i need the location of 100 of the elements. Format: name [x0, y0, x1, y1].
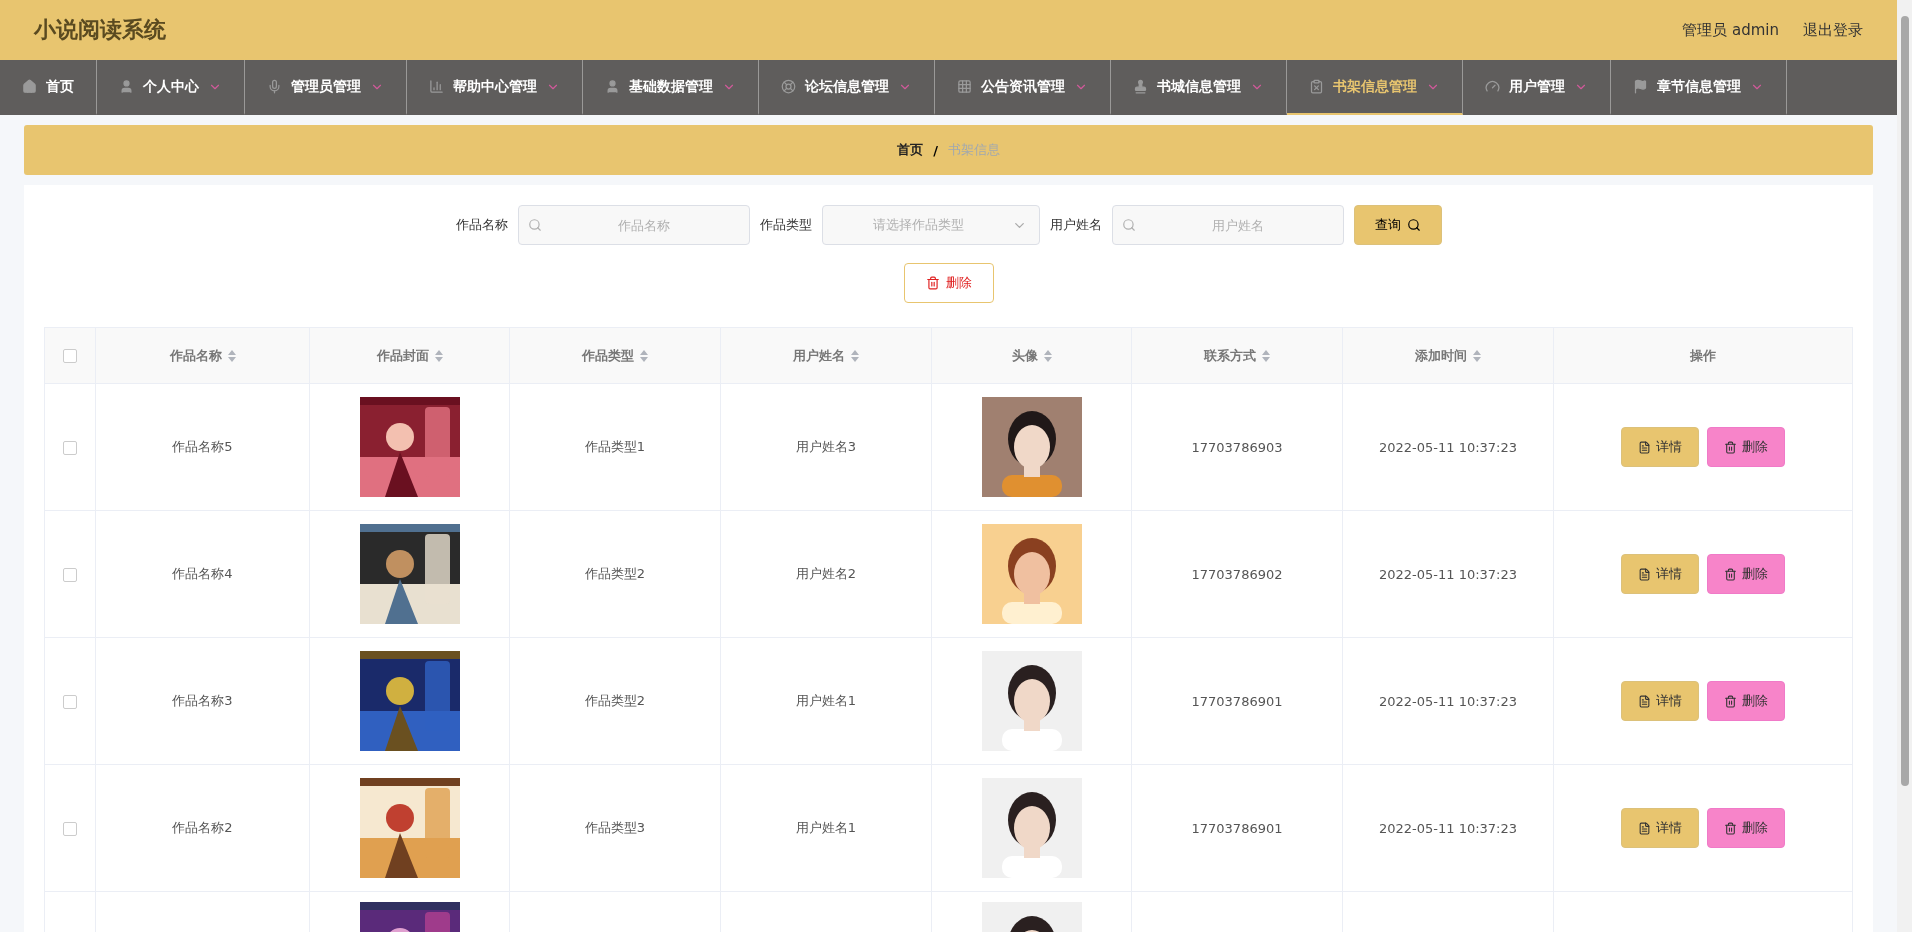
nav-menu-item[interactable]: 书城信息管理: [1111, 60, 1287, 115]
nav-label: 书城信息管理: [1157, 77, 1241, 96]
nav-label: 公告资讯管理: [981, 77, 1065, 96]
nav-label: 论坛信息管理: [805, 77, 889, 96]
app-title: 小说阅读系统: [34, 16, 167, 44]
sort-icon[interactable]: [1473, 349, 1481, 362]
trash-icon: [925, 276, 940, 290]
lifebuoy-icon: [781, 79, 796, 94]
person-icon: [605, 79, 620, 94]
nav-label: 用户管理: [1509, 77, 1565, 96]
stamp-icon: [1133, 79, 1148, 94]
nav-label: 书架信息管理: [1333, 77, 1417, 96]
column-header[interactable]: 作品类型: [582, 346, 634, 365]
nav-label: 首页: [46, 77, 74, 96]
table-cell: 2022-05-11 10:37:23: [1378, 693, 1518, 709]
microphone-icon: [267, 79, 282, 94]
trash-icon: [1724, 821, 1737, 835]
sort-icon[interactable]: [1262, 349, 1270, 362]
table-cell: 作品名称2: [172, 820, 233, 835]
breadcrumb-current: 书架信息: [947, 141, 1000, 159]
column-header[interactable]: 作品封面: [376, 346, 429, 365]
table-cell: 作品类型2: [584, 566, 646, 581]
row-checkbox[interactable]: [63, 694, 77, 709]
row-checkbox[interactable]: [63, 440, 77, 455]
nav-label: 基础数据管理: [629, 77, 713, 96]
delete-button[interactable]: 删除: [903, 263, 994, 303]
sort-icon[interactable]: [1043, 349, 1052, 362]
nav-label: 帮助中心管理: [453, 77, 537, 96]
row-checkbox[interactable]: [63, 567, 77, 582]
column-header: 操作: [1690, 346, 1716, 365]
sort-icon[interactable]: [434, 349, 443, 362]
nav-menu-item[interactable]: 个人中心: [97, 60, 245, 115]
table-cell: 用户姓名1: [795, 820, 857, 835]
nav-menu-item[interactable]: 帮助中心管理: [407, 60, 583, 115]
nav-menu-item[interactable]: 管理员管理: [245, 60, 407, 115]
nav-label: 管理员管理: [291, 77, 361, 96]
admin-label: 管理员 admin: [1682, 20, 1779, 40]
details-button[interactable]: 详情: [1621, 554, 1699, 594]
nav-menu-item[interactable]: 论坛信息管理: [759, 60, 935, 115]
table-cell: 作品类型3: [584, 820, 646, 835]
breadcrumb-separator: /: [933, 142, 938, 158]
table-cell: 17703786903: [1191, 439, 1283, 455]
bar-chart-icon: [429, 79, 444, 94]
trash-icon: [1724, 440, 1737, 454]
column-header[interactable]: 用户姓名: [793, 346, 845, 365]
search-field[interactable]: 用户姓名: [1111, 205, 1344, 245]
search-icon: [1406, 218, 1421, 232]
column-header[interactable]: 联系方式: [1204, 346, 1256, 365]
delete-button[interactable]: 删除: [1707, 427, 1785, 467]
document-icon: [1638, 440, 1651, 454]
table-cell: 作品名称4: [172, 566, 233, 581]
table-cell: 用户姓名1: [795, 693, 857, 708]
field-label: 作品名称: [455, 216, 508, 234]
nav-label: 个人中心: [143, 77, 199, 96]
search-field[interactable]: 作品名称: [517, 205, 750, 245]
clipboard-icon: [1309, 79, 1324, 94]
column-header[interactable]: 头像: [1011, 346, 1038, 365]
trash-icon: [1724, 694, 1737, 708]
details-button[interactable]: 详情: [1621, 427, 1699, 467]
sort-icon[interactable]: [227, 349, 236, 362]
table-cell: 作品名称5: [172, 439, 233, 454]
details-button[interactable]: 详情: [1621, 808, 1699, 848]
delete-button[interactable]: 删除: [1707, 808, 1785, 848]
logout-link[interactable]: 退出登录: [1803, 20, 1863, 40]
delete-button[interactable]: 删除: [1707, 681, 1785, 721]
scrollbar[interactable]: [1897, 0, 1912, 932]
select-all-checkbox[interactable]: [63, 349, 77, 364]
table-cell: 2022-05-11 10:37:23: [1378, 439, 1518, 455]
trash-icon: [1724, 567, 1737, 581]
row-checkbox[interactable]: [63, 821, 77, 836]
nav-menu-item[interactable]: 首页: [0, 60, 97, 115]
nav-menu-item[interactable]: 书架信息管理: [1287, 60, 1463, 115]
sort-icon[interactable]: [851, 349, 859, 362]
flag-icon: [1633, 79, 1648, 94]
nav-menu-item[interactable]: 公告资讯管理: [935, 60, 1111, 115]
nav-menu-item[interactable]: 章节信息管理: [1611, 60, 1787, 115]
document-icon: [1638, 567, 1651, 581]
nav-menu-item[interactable]: 用户管理: [1463, 60, 1611, 115]
delete-button[interactable]: 删除: [1707, 554, 1785, 594]
breadcrumb-home[interactable]: 首页: [897, 141, 924, 159]
table-cell: 作品类型2: [584, 693, 646, 708]
table-cell: 2022-05-11 10:37:23: [1378, 566, 1518, 582]
table-cell: 2022-05-11 10:37:23: [1378, 820, 1518, 836]
column-header[interactable]: 作品名称: [169, 346, 222, 365]
query-button[interactable]: 查询: [1353, 205, 1442, 245]
field-label: 用户姓名: [1049, 216, 1102, 234]
table-cell: 作品类型1: [584, 439, 646, 454]
table-cell: 作品名称3: [172, 693, 233, 708]
table-cell: 用户姓名3: [795, 439, 857, 454]
search-icon: [1121, 218, 1136, 232]
grid-icon: [957, 79, 972, 94]
nav-menu-item[interactable]: 基础数据管理: [583, 60, 759, 115]
person-icon: [119, 79, 134, 94]
details-button[interactable]: 详情: [1621, 681, 1699, 721]
table-cell: 17703786902: [1191, 566, 1283, 582]
sort-icon[interactable]: [640, 349, 648, 362]
home-icon: [22, 79, 37, 94]
column-header[interactable]: 添加时间: [1415, 346, 1467, 365]
table-cell: 17703786901: [1191, 693, 1283, 709]
gauge-icon: [1485, 79, 1500, 94]
